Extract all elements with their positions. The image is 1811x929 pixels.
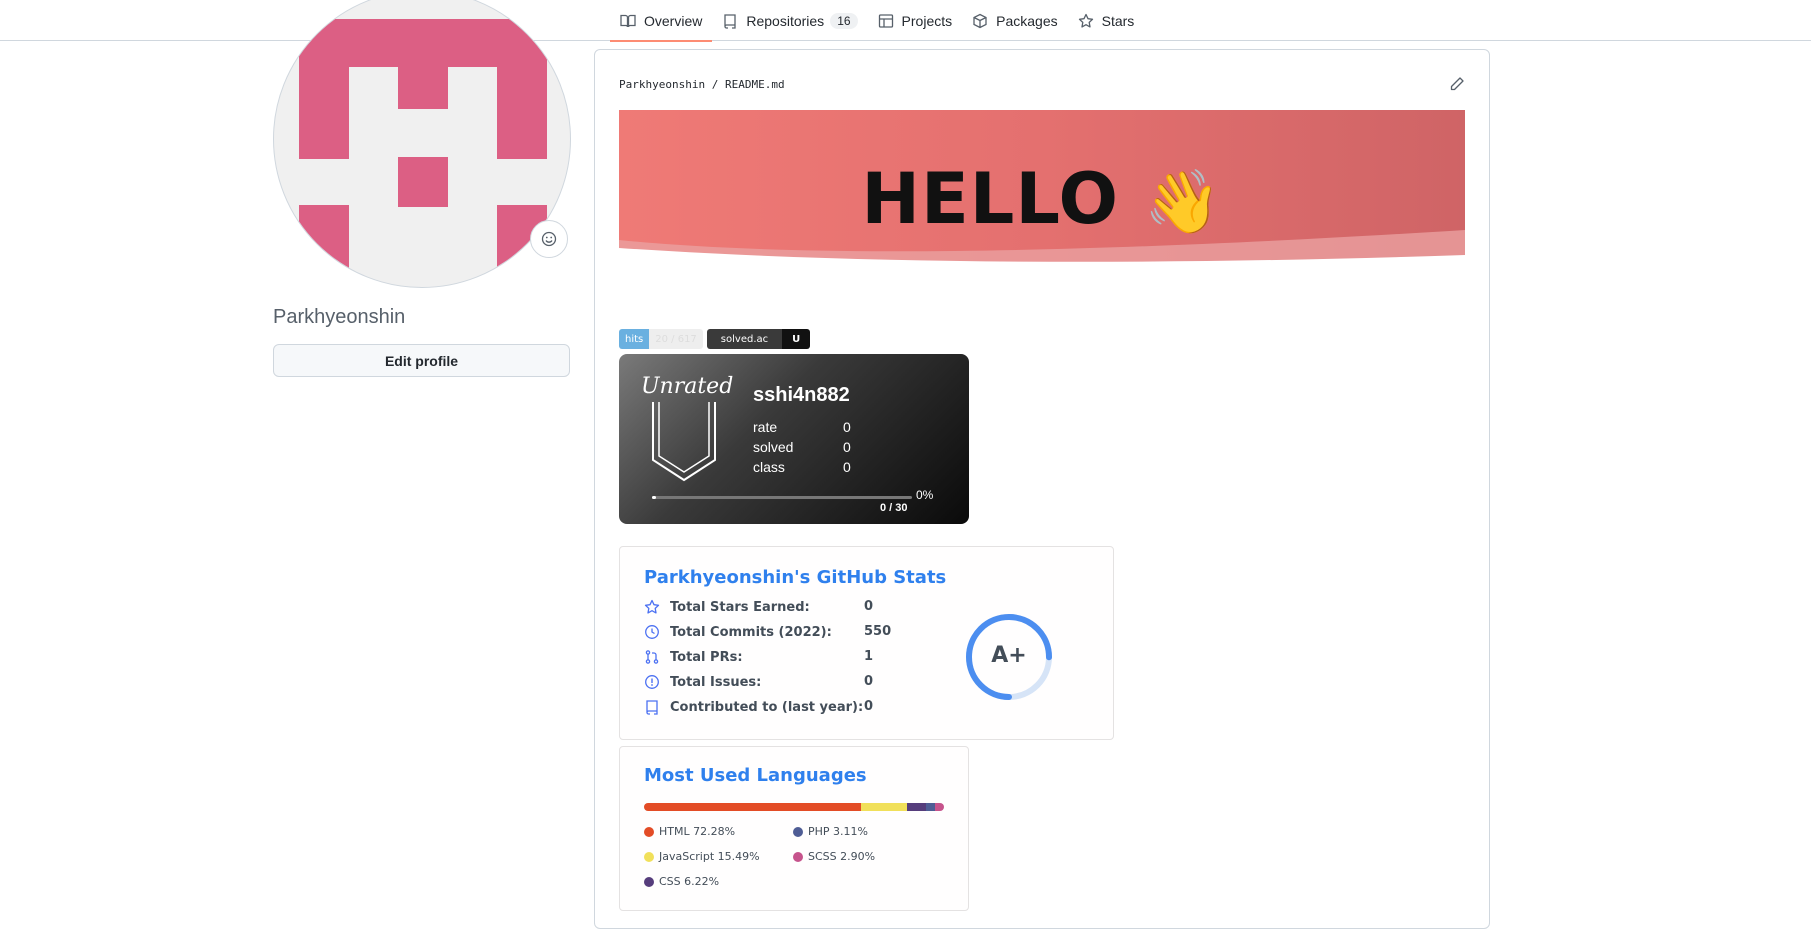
solved-tier: Unrated [641, 374, 734, 399]
language-dot [793, 851, 803, 862]
history-icon [645, 625, 659, 639]
solved-row-value: 0 [843, 419, 851, 435]
language-label: JavaScript 15.49% [659, 850, 760, 863]
tab-projects[interactable]: Projects [868, 0, 963, 41]
solved-row-value: 0 [843, 439, 851, 455]
solved-row-value: 0 [843, 459, 851, 475]
language-item: SCSS 2.90% [793, 850, 875, 863]
languages-bar [644, 803, 944, 811]
stats-label: Contributed to (last year): [670, 699, 864, 715]
stats-row: Total PRs: [644, 647, 743, 667]
banner-wave [619, 230, 1465, 270]
issue-icon [645, 675, 659, 689]
stats-label: Total PRs: [670, 649, 743, 665]
solved-row-label: solved [753, 439, 794, 455]
stats-value: 1 [864, 649, 874, 664]
set-status-button[interactable] [530, 220, 568, 258]
stats-label: Total Stars Earned: [670, 599, 810, 615]
stats-value: 0 [864, 599, 874, 614]
repo-icon [724, 13, 737, 29]
solved-progress-pct: 0% [916, 488, 934, 502]
hits-badge-label: hits [619, 329, 650, 349]
readme-banner: HELLO 👋 [619, 110, 1465, 270]
pull-request-icon [645, 650, 659, 664]
profile-username: Parkhyeonshin [273, 306, 406, 328]
language-label: CSS 6.22% [659, 875, 720, 888]
stats-value: 550 [864, 624, 892, 639]
banner-title: HELLO 👋 [619, 158, 1465, 240]
stats-row: Total Stars Earned: [644, 597, 810, 617]
hits-badge-value: 20 / 617 [649, 329, 703, 349]
language-bar-segment [935, 803, 944, 811]
solved-progress-count: 0 / 30 [880, 502, 908, 514]
tab-projects-label: Projects [901, 12, 953, 29]
star-icon [1078, 13, 1093, 28]
language-label: PHP 3.11% [808, 825, 868, 838]
solved-row-label: rate [753, 419, 778, 435]
package-icon [973, 13, 987, 28]
tab-repositories[interactable]: Repositories 16 [712, 0, 867, 41]
language-dot [644, 851, 654, 862]
edit-profile-button[interactable]: Edit profile [273, 344, 570, 377]
solvedac-card[interactable]: Unrated sshi4n882 rate 0 solved 0 class … [619, 354, 969, 524]
solved-progress-bar [652, 496, 912, 499]
language-dot [793, 826, 803, 837]
tab-packages-label: Packages [996, 12, 1058, 29]
tab-repositories-label: Repositories [746, 12, 825, 29]
tab-stars[interactable]: Stars [1068, 0, 1145, 41]
hits-badge[interactable]: hits 20 / 617 [619, 329, 703, 349]
language-item: PHP 3.11% [793, 825, 868, 838]
avatar[interactable] [273, 0, 571, 288]
stats-row: Total Issues: [644, 672, 761, 692]
language-item: JavaScript 15.49% [644, 850, 760, 863]
tab-stars-label: Stars [1101, 12, 1135, 29]
solved-row-label: class [753, 459, 785, 475]
star-icon [644, 599, 660, 614]
smiley-icon [541, 231, 557, 247]
tab-packages[interactable]: Packages [962, 0, 1067, 41]
readme-box: Parkhyeonshin / README.md HELLO 👋 hits 2… [594, 49, 1490, 929]
language-label: HTML 72.28% [659, 825, 736, 838]
github-stats-card[interactable]: Parkhyeonshin's GitHub Stats Total Stars… [619, 546, 1114, 740]
stats-label: Total Issues: [670, 674, 762, 690]
waving-hand-emoji: 👋 [1144, 165, 1223, 238]
stats-label: Total Commits (2022): [670, 624, 832, 640]
repositories-count: 16 [830, 12, 858, 29]
languages-card[interactable]: Most Used Languages HTML 72.28% JavaScri… [619, 746, 969, 911]
language-bar-segment [925, 803, 936, 811]
edit-readme-button[interactable] [1449, 76, 1465, 97]
tier-shield-icon [652, 402, 716, 482]
stats-value: 0 [864, 699, 874, 714]
solved-handle: sshi4n882 [753, 384, 850, 406]
readme-path[interactable]: Parkhyeonshin / README.md [619, 78, 785, 91]
language-item: CSS 6.22% [644, 875, 719, 888]
table-icon [878, 13, 893, 28]
language-item: HTML 72.28% [644, 825, 735, 838]
badge-row: hits 20 / 617 solved.ac U [619, 329, 811, 349]
book-icon [620, 14, 636, 27]
language-bar-segment [860, 803, 908, 811]
language-label: SCSS 2.90% [808, 850, 876, 863]
profile-nav: Overview Repositories 16 Projects Packag… [0, 0, 1811, 42]
rank-label: A+ [991, 643, 1027, 668]
solvedac-badge-value: U [782, 329, 811, 349]
language-dot [644, 876, 654, 887]
languages-title: Most Used Languages [644, 765, 867, 786]
language-bar-segment [907, 803, 926, 811]
pencil-icon [1450, 77, 1464, 91]
profile-tabs: Overview Repositories 16 Projects Packag… [610, 0, 1145, 42]
stats-value: 0 [864, 674, 874, 689]
stats-row: Total Commits (2022): [644, 622, 832, 642]
solvedac-badge-label: solved.ac [706, 329, 783, 349]
banner-text: HELLO [861, 158, 1120, 240]
repo-icon [646, 700, 658, 715]
language-dot [644, 826, 654, 837]
solvedac-badge[interactable]: solved.ac U [706, 329, 811, 349]
stats-row: Contributed to (last year): [644, 697, 863, 717]
tab-overview-label: Overview [644, 12, 703, 29]
language-bar-segment [644, 803, 861, 811]
tab-overview[interactable]: Overview [610, 0, 713, 42]
stats-title: Parkhyeonshin's GitHub Stats [644, 567, 947, 588]
